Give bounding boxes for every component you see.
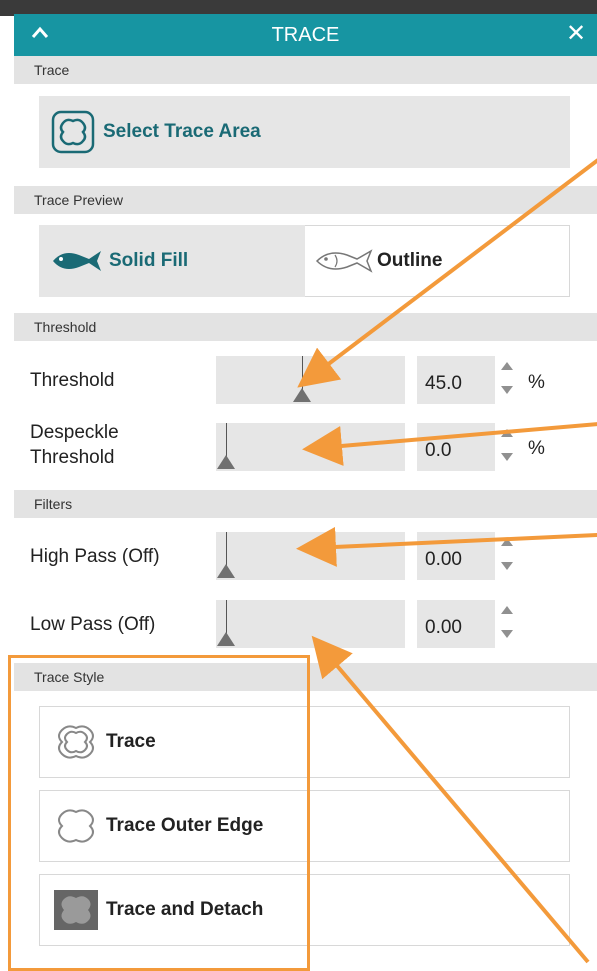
high-pass-value-field[interactable]: 0.00 bbox=[417, 532, 495, 580]
threshold-label: Threshold bbox=[30, 370, 115, 391]
trace-style-label: Trace bbox=[106, 731, 156, 752]
low-pass-label: Low Pass (Off) bbox=[30, 614, 156, 635]
high-pass-spinner[interactable] bbox=[498, 532, 516, 580]
despeckle-slider[interactable] bbox=[216, 423, 405, 471]
high-pass-slider[interactable] bbox=[216, 532, 405, 580]
trace-style-icon bbox=[58, 725, 94, 759]
trace-outer-edge-label: Trace Outer Edge bbox=[106, 815, 264, 836]
fish-outline-icon bbox=[315, 249, 373, 273]
despeckle-spinner[interactable] bbox=[498, 423, 516, 471]
trace-style-button[interactable]: Trace bbox=[39, 706, 570, 778]
section-threshold: Threshold bbox=[14, 313, 597, 341]
threshold-value-field[interactable]: 45.0 bbox=[417, 356, 495, 404]
threshold-slider-thumb[interactable] bbox=[293, 388, 311, 402]
despeckle-label-line1: Despeckle bbox=[30, 422, 119, 443]
close-icon[interactable]: ✕ bbox=[563, 21, 589, 47]
solid-fill-label: Solid Fill bbox=[109, 250, 189, 271]
section-filters: Filters bbox=[14, 490, 597, 518]
trace-area-icon bbox=[51, 110, 95, 154]
low-pass-slider[interactable] bbox=[216, 600, 405, 648]
high-pass-label: High Pass (Off) bbox=[30, 546, 160, 567]
despeckle-value-field[interactable]: 0.0 bbox=[417, 423, 495, 471]
despeckle-threshold-label: Despeckle Threshold bbox=[30, 420, 119, 470]
select-trace-area-button[interactable]: Select Trace Area bbox=[39, 96, 570, 168]
select-trace-area-label: Select Trace Area bbox=[103, 121, 261, 142]
threshold-unit: % bbox=[528, 372, 545, 393]
trace-outer-edge-button[interactable]: Trace Outer Edge bbox=[39, 790, 570, 862]
threshold-spinner[interactable] bbox=[498, 356, 516, 404]
trace-and-detach-label: Trace and Detach bbox=[106, 899, 264, 920]
trace-detach-icon bbox=[54, 890, 98, 930]
fish-solid-icon bbox=[53, 251, 101, 271]
low-pass-slider-thumb[interactable] bbox=[217, 632, 235, 646]
low-pass-spinner[interactable] bbox=[498, 600, 516, 648]
solid-fill-button[interactable]: Solid Fill bbox=[39, 225, 305, 297]
trace-and-detach-button[interactable]: Trace and Detach bbox=[39, 874, 570, 946]
high-pass-slider-thumb[interactable] bbox=[217, 564, 235, 578]
outline-label: Outline bbox=[377, 250, 443, 271]
section-trace: Trace bbox=[14, 56, 597, 84]
threshold-slider[interactable] bbox=[216, 356, 405, 404]
despeckle-unit: % bbox=[528, 438, 545, 459]
panel-title: TRACE bbox=[271, 24, 340, 46]
section-trace-style: Trace Style bbox=[14, 663, 597, 691]
panel-header: TRACE ✕ bbox=[14, 14, 597, 56]
trace-outer-edge-icon bbox=[58, 809, 94, 843]
despeckle-label-line2: Threshold bbox=[30, 447, 115, 468]
section-trace-preview: Trace Preview bbox=[14, 186, 597, 214]
despeckle-slider-thumb[interactable] bbox=[217, 455, 235, 469]
outline-button[interactable]: Outline bbox=[305, 225, 569, 297]
low-pass-value-field[interactable]: 0.00 bbox=[417, 600, 495, 648]
